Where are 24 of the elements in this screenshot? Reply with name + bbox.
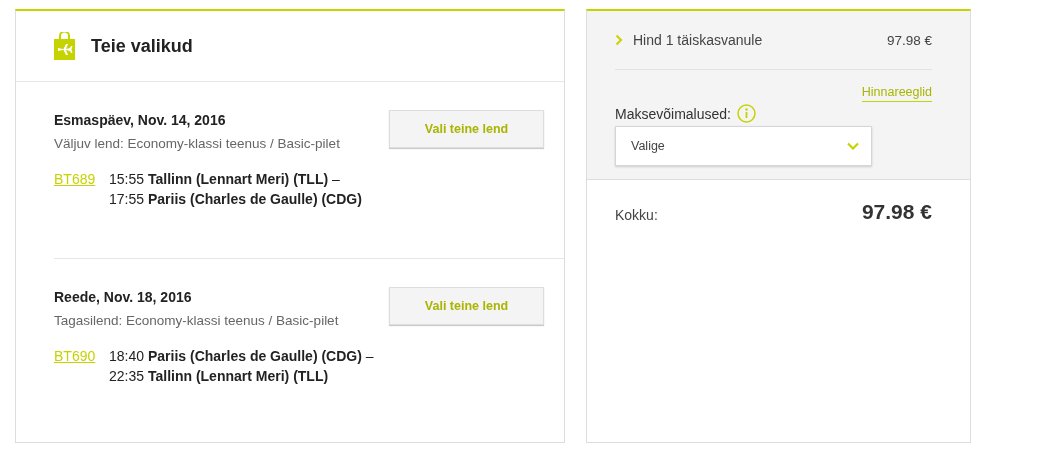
fare-description: Tagasilend: Economy-klassi teenus / Basic-pilet <box>54 313 340 328</box>
shopping-bag-icon <box>54 32 75 60</box>
chevron-down-icon <box>847 142 859 150</box>
flight-number-link[interactable]: BT689 <box>54 171 109 187</box>
section-title: Teie valikud <box>91 35 193 57</box>
fare-rules-link[interactable]: Hinnareeglid <box>861 85 932 102</box>
price-label: Hind 1 täiskasvanule <box>633 32 763 48</box>
flight-leg: 18:40 Pariis (Charles de Gaulle) (CDG) – <box>109 348 374 364</box>
total-amount: 97.98 € <box>861 200 932 224</box>
change-flight-button[interactable]: Vali teine lend <box>389 287 544 325</box>
chevron-icon[interactable] <box>615 34 623 46</box>
flight-date: Reede, Nov. 18, 2016 <box>54 289 193 305</box>
flight-leg: 22:35 Tallinn (Lennart Meri) (TLL) <box>109 368 330 384</box>
payment-select[interactable]: Valige <box>615 126 872 166</box>
info-icon[interactable] <box>736 104 756 123</box>
flight-leg: 17:55 Pariis (Charles de Gaulle) (CDG) <box>109 191 362 207</box>
change-flight-button[interactable]: Vali teine lend <box>389 110 544 148</box>
flight-number-link[interactable]: BT690 <box>54 348 109 364</box>
price-amount: 97.98 € <box>886 32 932 48</box>
payment-label: Maksevõimalused: <box>615 105 731 122</box>
flight-leg: 15:55 Tallinn (Lennart Meri) (TLL) – <box>109 171 341 187</box>
flight-date: Esmaspäev, Nov. 14, 2016 <box>54 112 227 128</box>
fare-description: Väljuv lend: Economy-klassi teenus / Basic-pilet <box>54 136 341 151</box>
total-label: Kokku: <box>615 207 658 224</box>
